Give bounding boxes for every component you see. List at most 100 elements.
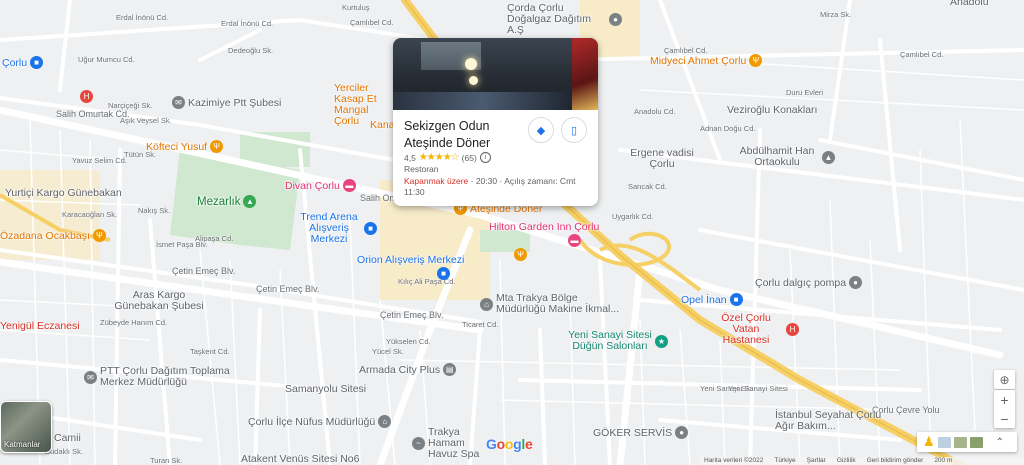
cemetery-icon: ▲ <box>243 195 257 208</box>
poi-marker[interactable]: İstanbul Seyahat Çorlu Ağır Bakım... <box>775 410 895 432</box>
info-icon[interactable]: i <box>479 152 491 163</box>
hospital-icon: H <box>786 323 799 336</box>
office-icon: ● <box>849 276 863 289</box>
road-label: Uygarlık Cd. <box>612 212 654 221</box>
hotel-icon[interactable]: ▬ <box>568 234 581 247</box>
poi-marker[interactable]: Özadana Ocakbaşı Ψ <box>0 229 106 242</box>
road-label: Çetin Emeç Blv. <box>172 266 236 276</box>
road-label: Mirza Sk. <box>820 10 852 19</box>
open-status: Kapanmak üzere <box>404 176 469 186</box>
restaurant-icon: Ψ <box>210 140 224 153</box>
opening-hours: Kapanmak üzere · 20:30 · Açılış zamanı: … <box>404 176 589 198</box>
poi-marker[interactable]: Opel İnan ■ <box>681 293 743 306</box>
poi-marker[interactable]: Anadolu <box>950 0 989 8</box>
office-icon: ● <box>675 426 689 439</box>
imagery-thumb[interactable] <box>969 436 983 448</box>
poi-marker[interactable]: Aras Kargo Günebakan Şubesi <box>114 290 204 312</box>
restaurant-icon: Ψ <box>92 229 106 242</box>
poi-marker[interactable]: Abdülhamit Han Ortaokulu ▲ <box>735 146 835 168</box>
poi-marker[interactable]: Samanyolu Sitesi <box>285 383 366 395</box>
directions-icon: ◆ <box>536 124 546 137</box>
save-button[interactable]: ▯ <box>561 117 587 143</box>
layers-button[interactable]: Katmanlar <box>0 401 52 453</box>
poi-marker[interactable]: ~ Trakya Hamam Havuz Spa <box>412 427 492 460</box>
road-label: Taşkent Cd. <box>190 347 230 356</box>
government-icon: ⌂ <box>480 297 493 311</box>
road-label: Çetin Emeç Blv. <box>380 310 444 320</box>
road-label: Adnan Doğu Cd. <box>700 124 756 133</box>
expand-icon[interactable]: ⌃ <box>996 437 1004 448</box>
scale-bar[interactable]: 200 m <box>934 457 952 465</box>
poi-marker[interactable]: Çorlu İlçe Nüfus Müdürlüğü ⌂ <box>248 415 392 428</box>
review-count[interactable]: (65) <box>462 153 477 163</box>
zoom-controls: + − <box>994 390 1015 428</box>
directions-button[interactable]: ◆ <box>528 117 554 143</box>
shopping-icon[interactable]: ■ <box>437 267 450 280</box>
poi-marker[interactable]: Hilton Garden Inn Çorlu <box>489 221 599 233</box>
imagery-strip[interactable]: ♟ ⌃ <box>917 432 1017 452</box>
poi-marker[interactable]: Orion Alışveriş Merkezi <box>357 254 464 266</box>
poi-marker[interactable]: Trend Arena Alışveriş Merkezi ■ <box>297 212 377 245</box>
road-label: Ticaret Cd. <box>462 320 499 329</box>
road-label: Yavuz Selim Cd. <box>72 156 127 165</box>
road-label: Yücel Sk. <box>372 347 404 356</box>
place-card[interactable]: Sekizgen Odun Ateşinde Döner ◆ ▯ 4,5 ★★★… <box>393 38 598 206</box>
poi-marker[interactable]: Armada City Plus ▤ <box>359 363 457 376</box>
pegman-icon[interactable]: ♟ <box>923 434 935 450</box>
poi-marker[interactable]: Özel Çorlu Vatan Hastanesi H <box>709 313 799 346</box>
crosshair-icon: ⊕ <box>999 372 1010 387</box>
road-label: Erdal İnönü Cd. <box>116 13 169 22</box>
government-icon: ⌂ <box>378 415 392 428</box>
road-label: Nakış Sk. <box>138 206 171 215</box>
poi-marker[interactable]: Atakent Venüs Sitesi No6 <box>241 453 360 465</box>
road-label: Alipaşa Cd. <box>195 234 234 243</box>
road-label: Kurtuluş <box>342 3 370 12</box>
place-category: Restoran <box>404 164 439 174</box>
building-icon: ▤ <box>443 363 457 376</box>
poi-marker[interactable]: Çorlu dalgıç pompa ● <box>755 276 863 289</box>
road-label: Karacaoğlan Sk. <box>62 210 118 219</box>
road-label: Uğur Mumcu Cd. <box>78 55 135 64</box>
layers-label: Katmanlar <box>4 440 41 449</box>
poi-marker[interactable]: ■ Çorlu <box>2 56 44 69</box>
poi-marker[interactable]: Veziroğlu Konakları <box>727 104 817 116</box>
zoom-out-button[interactable]: − <box>994 409 1015 428</box>
attribution-bar: Harita verileri ©2022 Türkiye Şartlar Gi… <box>700 457 1024 465</box>
poi-marker[interactable]: Köfteci Yusuf Ψ <box>146 140 224 153</box>
poi-marker[interactable]: Divan Çorlu ▬ <box>285 179 356 192</box>
poi-marker[interactable]: Midyeci Ahmet Çorlu Ψ <box>650 54 763 67</box>
poi-marker[interactable]: Kazimiye Ptt Şubesi ✉ <box>172 96 281 109</box>
road-label: Zübeyde Hanım Cd. <box>100 318 168 327</box>
country-link[interactable]: Türkiye <box>774 457 795 465</box>
road-label: Çetin Emeç Blv. <box>256 284 320 294</box>
road-label: Yeni Sanayi Sitesi <box>728 384 788 393</box>
zoom-in-button[interactable]: + <box>994 390 1015 409</box>
poi-marker[interactable]: Yeni Sanayi Sitesi Düğün Salonları ★ <box>568 330 668 352</box>
poi-marker[interactable]: Kana <box>370 119 395 131</box>
shopping-icon: ■ <box>364 222 377 235</box>
road-label: Turan Sk. <box>150 456 183 465</box>
hospital-icon[interactable]: H <box>80 90 93 103</box>
place-photo[interactable] <box>393 38 598 110</box>
rating-row: 4,5 ★★★★☆ (65) i <box>404 152 491 163</box>
poi-marker[interactable]: Yurtiçi Kargo Günebakan <box>5 187 130 199</box>
terms-link[interactable]: Şartlar <box>807 457 826 465</box>
imagery-thumb[interactable] <box>937 436 951 448</box>
restaurant-icon[interactable]: Ψ <box>514 248 527 261</box>
mail-icon: ✉ <box>84 370 97 384</box>
privacy-link[interactable]: Gizlilik <box>837 457 856 465</box>
poi-marker[interactable]: GÖKER SERVİS ● <box>593 426 689 439</box>
poi-marker[interactable]: ⌂ Mta Trakya Bölge Müdürlüğü Makine İkmal… <box>480 293 620 315</box>
poi-marker[interactable]: Ergene vadisi Çorlu <box>622 148 702 170</box>
poi-marker[interactable]: Çorda Çorlu Doğalgaz Dağıtım A.Ş ● <box>507 3 622 36</box>
imagery-thumb[interactable] <box>953 436 967 448</box>
feedback-link[interactable]: Geri bildirim gönder <box>867 457 924 465</box>
poi-marker[interactable]: Yenigül Eczanesi <box>0 320 80 332</box>
star-rating-icon: ★★★★☆ <box>418 152 460 163</box>
road-label: Dedeoğlu Sk. <box>228 46 274 55</box>
poi-marker[interactable]: ✉ PTT Çorlu Dağıtım Toplama Merkez Müdürl… <box>84 366 234 388</box>
spa-icon: ~ <box>412 437 425 450</box>
poi-marker[interactable]: Mezarlık ▲ <box>197 195 257 208</box>
bookmark-icon: ▯ <box>570 124 578 137</box>
my-location-button[interactable]: ⊕ <box>994 370 1015 389</box>
